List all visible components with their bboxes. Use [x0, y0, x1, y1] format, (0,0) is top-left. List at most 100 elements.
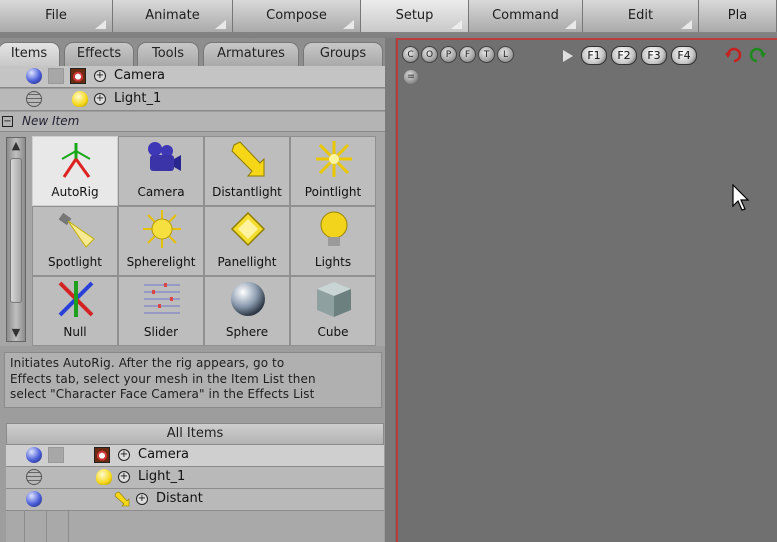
menu-edit[interactable]: Edit	[583, 0, 699, 32]
visibility-sphere-icon[interactable]	[26, 68, 42, 84]
view-button-o[interactable]: O	[421, 46, 438, 63]
grid-item-label: Spherelight	[126, 255, 196, 269]
tab-tools[interactable]: Tools	[137, 42, 199, 66]
camera-icon	[94, 447, 110, 463]
new-item-header[interactable]: − New Item	[0, 112, 395, 132]
grid-item-label: Cube	[317, 325, 349, 339]
menu-file[interactable]: File	[0, 0, 113, 32]
visibility-sphere-icon[interactable]	[26, 447, 42, 463]
list-item[interactable]: + Light_1	[6, 467, 384, 489]
tab-effects[interactable]: Effects	[64, 42, 134, 66]
expand-plus-icon[interactable]: +	[118, 471, 130, 483]
grid-item-label: Camera	[137, 185, 185, 199]
grid-item-lights[interactable]: Lights	[290, 206, 376, 276]
wireframe-icon[interactable]	[26, 91, 42, 107]
lock-icon[interactable]	[48, 447, 64, 463]
menu-play[interactable]: Pla	[699, 0, 777, 32]
view-button-l[interactable]: L	[497, 46, 514, 63]
grid-item-spotlight[interactable]: Spotlight	[32, 206, 118, 276]
function-button-f2[interactable]: F2	[611, 46, 637, 65]
expand-plus-icon[interactable]: +	[94, 70, 106, 82]
item-name: Light_1	[138, 469, 186, 484]
function-button-f1[interactable]: F1	[581, 46, 607, 65]
expand-plus-icon[interactable]: +	[94, 93, 106, 105]
grid-scrollbar[interactable]: ▲ ▼	[6, 137, 26, 342]
distantlight-icon	[114, 491, 130, 507]
menu-animate[interactable]: Animate	[113, 0, 233, 32]
function-button-f4[interactable]: F4	[671, 46, 697, 65]
grid-item-panellight[interactable]: Panellight	[204, 206, 290, 276]
function-button-f3[interactable]: F3	[641, 46, 667, 65]
panel-tabs: Items Effects Tools Armatures Groups	[0, 38, 395, 66]
expand-plus-icon[interactable]: +	[118, 449, 130, 461]
view-options-button[interactable]: =	[404, 70, 418, 84]
grid-item-distantlight[interactable]: Distantlight	[204, 136, 290, 206]
wireframe-icon[interactable]	[26, 469, 42, 485]
expand-plus-icon[interactable]: +	[136, 493, 148, 505]
slider-icon	[144, 283, 180, 314]
menu-edit-label: Edit	[627, 8, 654, 23]
grid-item-label: Spotlight	[48, 255, 102, 269]
tab-tools-label: Tools	[151, 46, 185, 61]
grid-item-pointlight[interactable]: Pointlight	[290, 136, 376, 206]
scroll-thumb[interactable]	[10, 158, 22, 303]
camera-icon	[70, 68, 86, 84]
distantlight-icon	[231, 141, 265, 177]
item-row-light[interactable]: + Light_1	[0, 89, 385, 111]
spotlight-icon	[58, 212, 95, 248]
description-line: Initiates AutoRig. After the rig appears…	[10, 356, 285, 370]
menu-command-label: Command	[492, 8, 559, 23]
item-name: Camera	[138, 447, 190, 462]
menu-setup-label: Setup	[395, 8, 434, 23]
grid-item-camera[interactable]: Camera	[118, 136, 204, 206]
tab-armatures[interactable]: Armatures	[203, 42, 299, 66]
tab-items-label: Items	[10, 46, 48, 61]
spherelight-icon	[143, 210, 181, 248]
pointlight-icon	[316, 141, 352, 177]
menu-compose-label: Compose	[266, 8, 327, 23]
menu-compose[interactable]: Compose	[233, 0, 361, 32]
lock-icon[interactable]	[48, 68, 64, 84]
view-button-t[interactable]: T	[478, 46, 495, 63]
grid-item-autorig[interactable]: AutoRig	[32, 136, 118, 206]
redo-icon[interactable]	[748, 47, 766, 63]
all-items-header[interactable]: All Items	[6, 423, 384, 445]
scroll-down-arrow-icon[interactable]: ▼	[8, 325, 24, 341]
play-icon[interactable]	[563, 50, 573, 62]
panellight-icon	[230, 211, 266, 247]
view-button-p[interactable]: P	[440, 46, 457, 63]
menu-command[interactable]: Command	[469, 0, 583, 32]
3d-viewport[interactable]: C O P F T L F1 F2 F3 F4 =	[396, 38, 777, 542]
description-line: select "Character Face Camera" in the Ef…	[10, 387, 315, 401]
item-row-camera[interactable]: + Camera	[0, 66, 385, 88]
bulb-icon	[72, 91, 88, 107]
view-button-f[interactable]: F	[459, 46, 476, 63]
collapse-toggle-icon[interactable]: −	[2, 116, 13, 127]
tab-armatures-label: Armatures	[217, 46, 285, 61]
grid-item-label: Slider	[143, 325, 179, 339]
cube-icon	[317, 282, 351, 317]
tab-effects-label: Effects	[76, 46, 122, 61]
menu-setup[interactable]: Setup	[361, 0, 469, 32]
grid-item-null[interactable]: Null	[32, 276, 118, 346]
grid-item-cube[interactable]: Cube	[290, 276, 376, 346]
panel-divider[interactable]	[385, 38, 395, 542]
grid-item-spherelight[interactable]: Spherelight	[118, 206, 204, 276]
tab-items[interactable]: Items	[0, 42, 60, 66]
item-description: Initiates AutoRig. After the rig appears…	[4, 352, 382, 408]
visibility-sphere-icon[interactable]	[26, 491, 42, 507]
grid-item-slider[interactable]: Slider	[118, 276, 204, 346]
list-item[interactable]: + Distant	[6, 489, 384, 511]
grid-item-label: Null	[63, 325, 87, 339]
camera-icon	[148, 142, 181, 171]
list-item[interactable]: + Camera	[6, 445, 384, 467]
undo-icon[interactable]	[725, 47, 743, 63]
menu-animate-label: Animate	[145, 8, 200, 23]
new-item-label: New Item	[22, 114, 80, 128]
item-name: Camera	[114, 68, 166, 83]
tab-groups[interactable]: Groups	[303, 42, 383, 66]
menu-file-label: File	[45, 8, 67, 23]
grid-item-sphere[interactable]: Sphere	[204, 276, 290, 346]
scroll-up-arrow-icon[interactable]: ▲	[8, 138, 24, 154]
view-button-c[interactable]: C	[402, 46, 419, 63]
